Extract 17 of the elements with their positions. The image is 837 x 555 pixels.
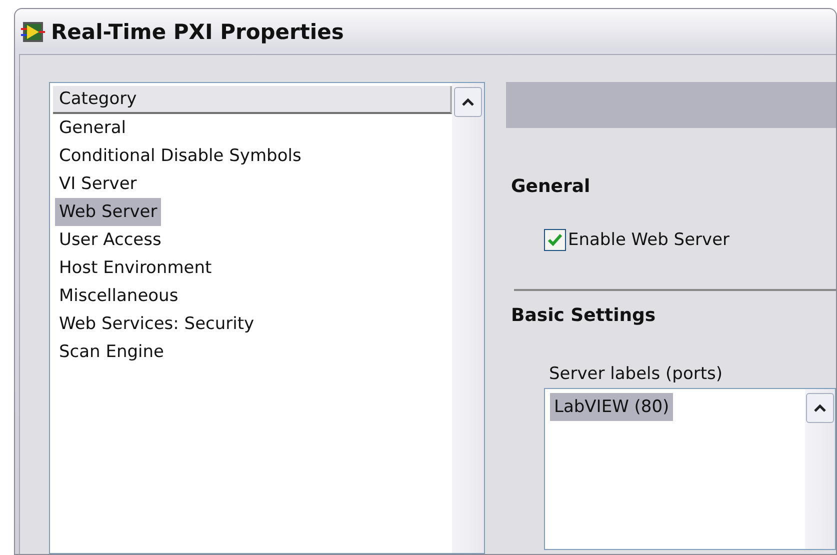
category-item[interactable]: VI Server — [55, 170, 141, 198]
list-header: Category — [53, 86, 452, 114]
section-heading: Basic Settings — [510, 305, 657, 326]
category-item[interactable]: Miscellaneous — [55, 282, 182, 310]
category-item[interactable]: Web Server — [55, 198, 162, 226]
section-heading: General — [510, 176, 592, 197]
server-label-item[interactable]: LabVIEW (80) — [550, 393, 674, 421]
field-label: Server labels (ports) — [549, 364, 724, 384]
category-item[interactable]: User Access — [55, 226, 166, 254]
window-title: Real-Time PXI Properties — [51, 20, 344, 44]
category-item[interactable]: Host Environment — [55, 254, 216, 282]
category-item[interactable]: Conditional Disable Symbols — [55, 142, 306, 170]
category-item[interactable]: General — [55, 114, 130, 142]
enable-web-server-checkbox[interactable]: Enable Web Server — [544, 229, 836, 251]
checkbox-label: Enable Web Server — [568, 230, 730, 250]
category-item[interactable]: Web Services: Security — [55, 310, 258, 338]
category-item[interactable]: Scan Engine — [55, 338, 168, 366]
